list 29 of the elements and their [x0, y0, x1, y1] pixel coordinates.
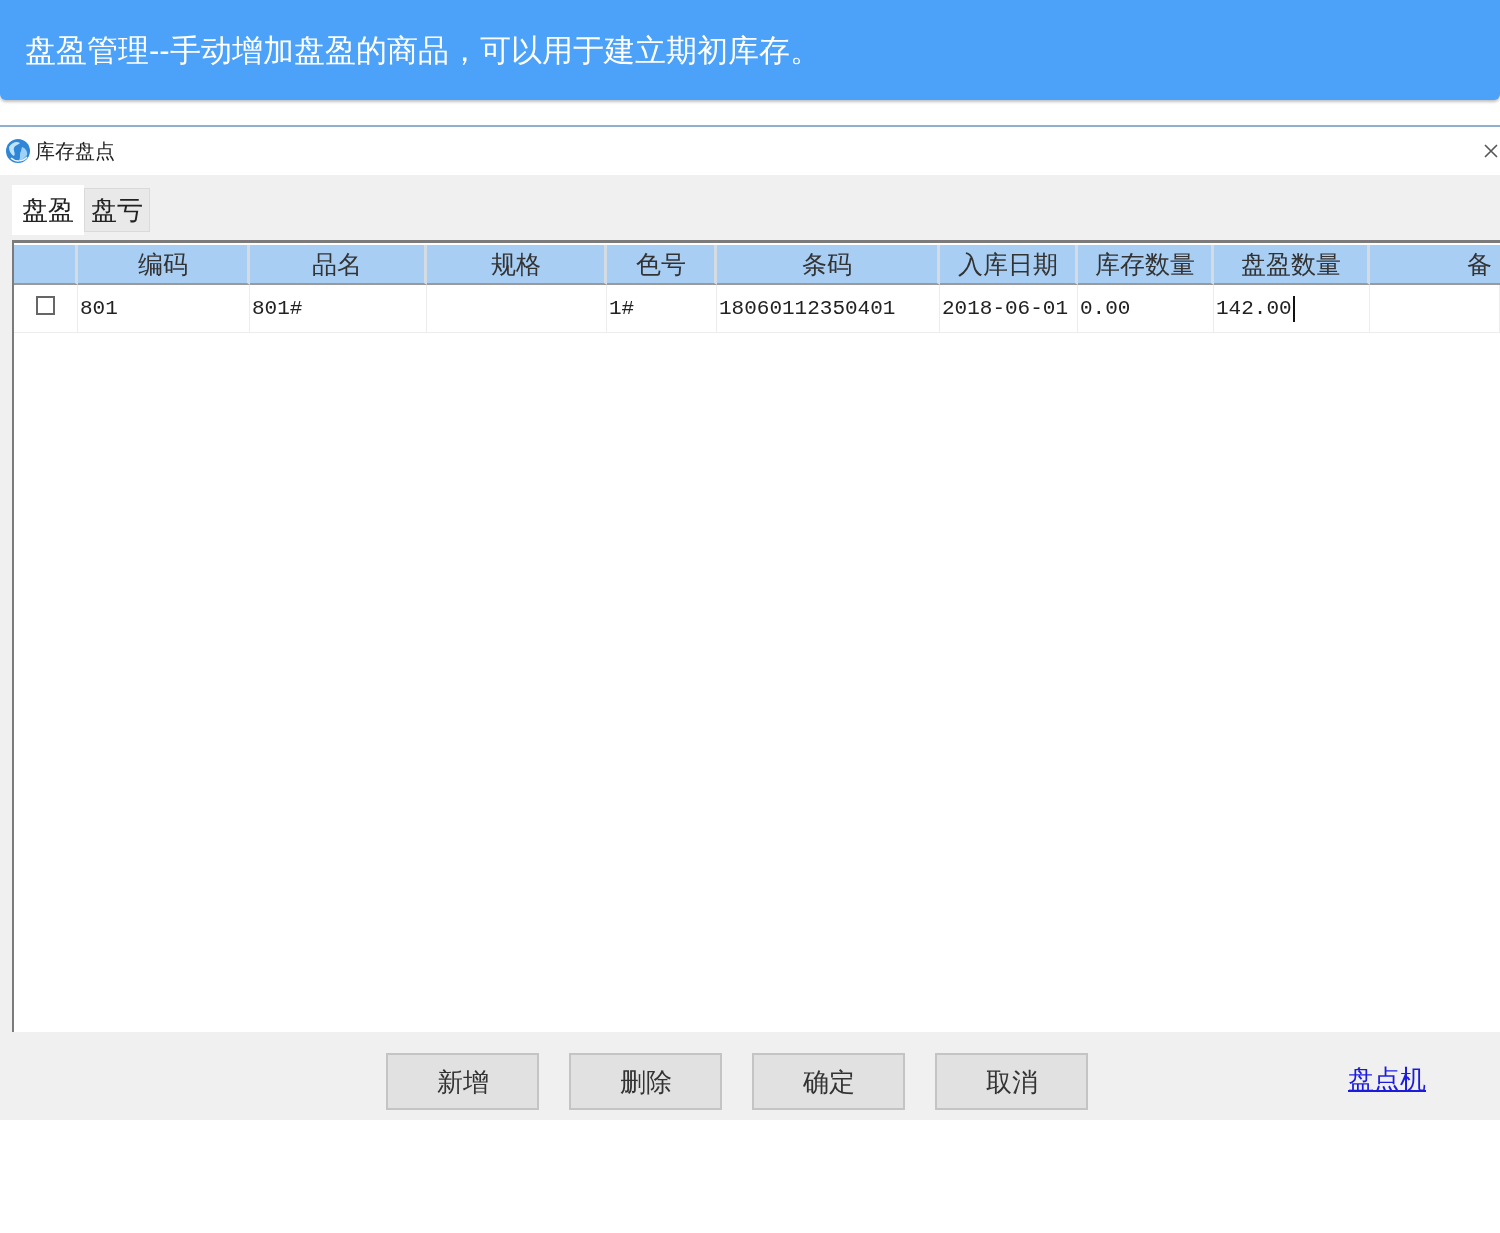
table-cell: 2018-06-01 [942, 295, 1069, 322]
scanner-link[interactable]: 盘点机 [1348, 1066, 1426, 1092]
header-corner [14, 245, 78, 285]
column-header[interactable]: 编码 [78, 245, 250, 285]
row-checkbox[interactable] [36, 296, 55, 315]
window-title: 库存盘点 [35, 141, 115, 161]
column-header[interactable]: 备 [1370, 245, 1500, 285]
table-cell: 0.00 [1080, 295, 1131, 322]
table-cell: 801 [80, 295, 118, 322]
globe-icon [5, 138, 31, 164]
column-header[interactable]: 条码 [717, 245, 940, 285]
table-cell: 18060112350401 [719, 295, 896, 322]
close-icon[interactable] [1484, 144, 1498, 158]
action-button[interactable]: 删除 [569, 1053, 722, 1110]
banner-title: 盘盈管理--手动增加盘盈的商品，可以用于建立期初库存。 [25, 34, 821, 66]
column-header[interactable]: 品名 [250, 245, 427, 285]
table-cell: 801# [252, 295, 303, 322]
column-header[interactable]: 色号 [607, 245, 717, 285]
column-header[interactable]: 盘盈数量 [1214, 245, 1370, 285]
column-header[interactable]: 库存数量 [1078, 245, 1214, 285]
column-header[interactable]: 规格 [427, 245, 607, 285]
action-button[interactable]: 取消 [935, 1053, 1088, 1110]
action-button[interactable]: 确定 [752, 1053, 905, 1110]
table-cell: 1# [609, 295, 635, 322]
quantity-input[interactable]: 142.00 [1216, 295, 1295, 322]
tab[interactable]: 盘盈 [12, 185, 84, 235]
tab[interactable]: 盘亏 [84, 188, 150, 232]
column-header[interactable]: 入库日期 [940, 245, 1078, 285]
action-button[interactable]: 新增 [386, 1053, 539, 1110]
